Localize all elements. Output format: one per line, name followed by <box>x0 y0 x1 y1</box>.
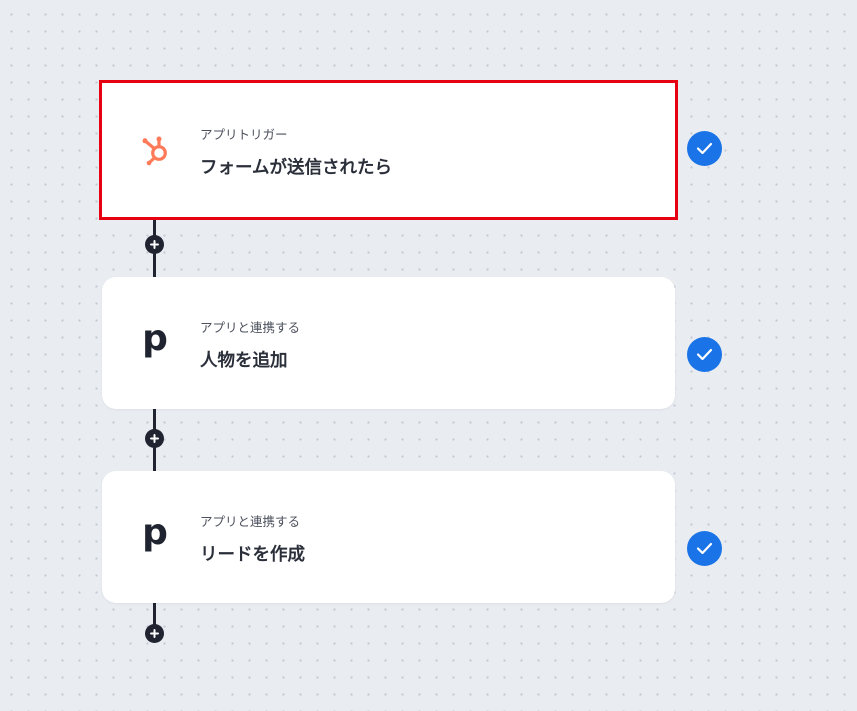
flow-step-card-add-person[interactable]: p アプリと連携する 人物を追加 <box>102 277 675 409</box>
step-subtitle: アプリトリガー <box>200 127 288 142</box>
flow-step-card-trigger[interactable]: アプリトリガー フォームが送信されたら <box>99 80 678 220</box>
pipedrive-icon: p <box>135 318 175 363</box>
step-title: リードを作成 <box>200 545 305 565</box>
step-status-complete[interactable] <box>687 531 722 566</box>
check-icon <box>696 542 713 555</box>
step-title: フォームが送信されたら <box>200 158 392 178</box>
step-title: 人物を追加 <box>200 351 288 371</box>
step-status-complete[interactable] <box>687 337 722 372</box>
step-subtitle: アプリと連携する <box>200 514 301 529</box>
plus-icon <box>150 434 159 443</box>
check-icon <box>696 142 713 155</box>
add-step-button[interactable] <box>145 429 164 448</box>
add-step-button[interactable] <box>145 624 164 643</box>
flow-canvas: アプリトリガー フォームが送信されたら p アプリと連携する 人物を追加 p ア… <box>0 0 857 711</box>
pipedrive-letter: p <box>142 512 168 553</box>
hubspot-icon <box>135 130 175 170</box>
plus-icon <box>150 240 159 249</box>
add-step-button[interactable] <box>145 235 164 254</box>
pipedrive-icon: p <box>135 512 175 557</box>
check-icon <box>696 348 713 361</box>
pipedrive-letter: p <box>142 318 168 359</box>
plus-icon <box>150 629 159 638</box>
step-subtitle: アプリと連携する <box>200 320 301 335</box>
flow-step-card-create-lead[interactable]: p アプリと連携する リードを作成 <box>102 471 675 603</box>
step-status-complete[interactable] <box>687 131 722 166</box>
